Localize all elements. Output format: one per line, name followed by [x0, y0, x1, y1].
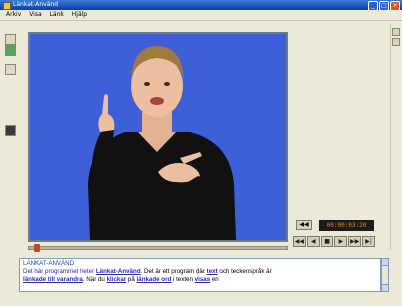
- fast-forward-button[interactable]: ▶▶: [348, 236, 362, 247]
- link-text[interactable]: text: [207, 268, 218, 275]
- text-segment: . Det är ett program där: [140, 268, 207, 275]
- text-line-2: länkade till varandra. När du klickar på…: [23, 276, 377, 284]
- stop-button[interactable]: ■: [320, 236, 334, 247]
- link-visas[interactable]: visas: [195, 276, 210, 283]
- menu-hjalp[interactable]: Hjälp: [72, 10, 87, 20]
- seek-bar[interactable]: [28, 244, 288, 252]
- link-lankade-ord[interactable]: länkade ord: [137, 276, 172, 283]
- left-toolbar: [0, 22, 20, 252]
- text-segment: . När du: [82, 276, 107, 283]
- text-segment: i texten: [171, 276, 195, 283]
- menu-bar: Arkiv Visa Länk Hjälp: [0, 10, 402, 21]
- text-segment: en: [210, 276, 219, 283]
- window-title: Länkat-Använd: [13, 1, 58, 8]
- playback-controls: ◀◀ ◀ ■ ▶ ▶▶ ▶|: [293, 236, 375, 247]
- fast-rewind-button[interactable]: ◀◀: [293, 236, 306, 247]
- signer-video-frame: [88, 46, 236, 240]
- text-heading: LÄNKAT-ANVÄND: [23, 260, 75, 267]
- scroll-up-icon[interactable]: [382, 259, 388, 266]
- menu-arkiv[interactable]: Arkiv: [6, 10, 21, 20]
- folder-icon[interactable]: [5, 34, 16, 45]
- rewind-button[interactable]: ◀: [306, 236, 320, 247]
- skip-end-button[interactable]: ▶|: [362, 236, 375, 247]
- rewind-small-button[interactable]: ◀◀: [296, 220, 312, 230]
- text-segment: Det här programmet heter: [23, 268, 96, 275]
- settings-icon[interactable]: [5, 64, 16, 75]
- text-line-1: Det här programmet heter Länkat-Använd. …: [23, 268, 377, 276]
- time-display: 00:00:03:20: [319, 220, 374, 231]
- app-icon: [3, 2, 11, 10]
- link-klickar[interactable]: klickar: [107, 276, 127, 283]
- link-lankade-till-varandra[interactable]: länkade till varandra: [23, 276, 83, 283]
- right-sidebar: [390, 24, 400, 250]
- text-panel: LÄNKAT-ANVÄND Det här programmet heter L…: [19, 258, 381, 292]
- seek-thumb[interactable]: [34, 244, 41, 252]
- play-button[interactable]: ▶: [334, 236, 348, 247]
- hand-icon[interactable]: [5, 125, 16, 136]
- text-panel-scrollbar[interactable]: [381, 258, 389, 292]
- window-titlebar: Länkat-Använd _ □ ×: [0, 0, 402, 11]
- scroll-down-icon[interactable]: [382, 284, 388, 291]
- right-tool-icon[interactable]: [392, 38, 400, 46]
- text-segment: på: [126, 276, 137, 283]
- menu-lank[interactable]: Länk: [50, 10, 64, 20]
- text-segment: och teckenspråk är: [217, 268, 272, 275]
- menu-visa[interactable]: Visa: [29, 10, 41, 20]
- video-player[interactable]: [28, 32, 288, 242]
- link-lankat-anvand[interactable]: Länkat-Använd: [96, 268, 141, 275]
- right-tool-icon[interactable]: [392, 28, 400, 36]
- flag-icon[interactable]: [5, 45, 16, 56]
